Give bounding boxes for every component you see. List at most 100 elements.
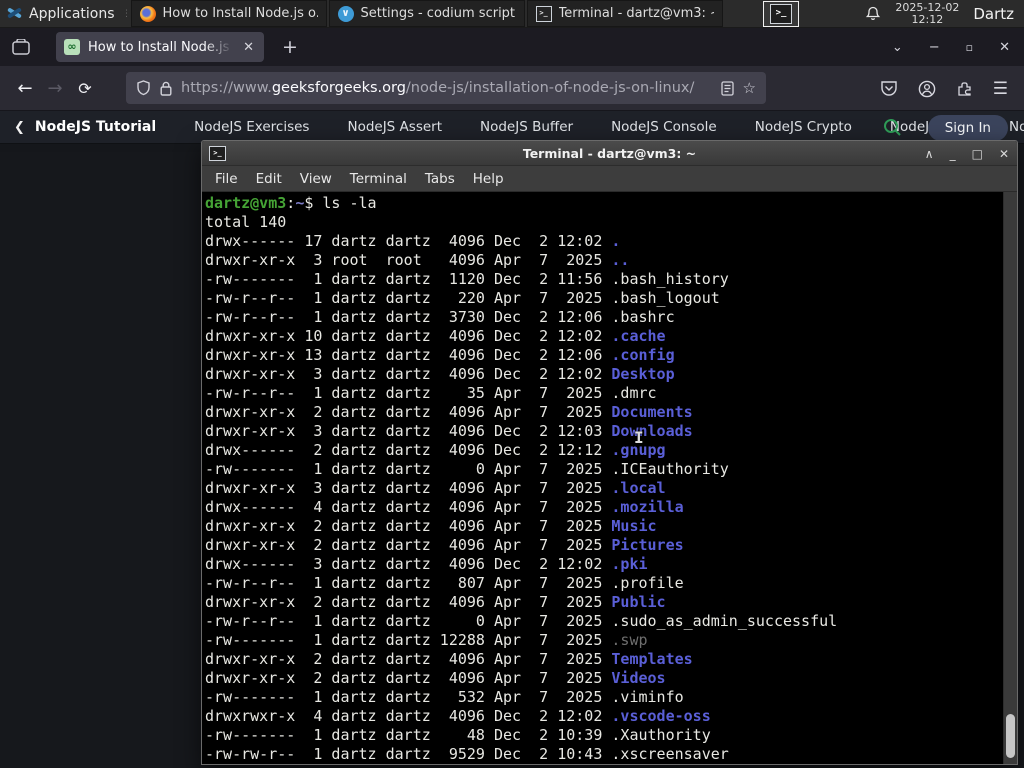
terminal-menu-item[interactable]: Tabs (416, 171, 464, 187)
browser-tab[interactable]: How to Install Node.js on ✕ (56, 32, 264, 62)
firefox-view-icon[interactable] (8, 34, 34, 60)
window-title: Settings - codium script... (360, 6, 516, 21)
listing-meta: drwx------ 2 dartz dartz 4096 Dec 2 12:1… (205, 441, 612, 459)
listing-meta: -rw-r--r-- 1 dartz dartz 0 Apr 7 2025 (205, 612, 612, 630)
listing-filename: .bash_logout (611, 289, 720, 307)
user-menu[interactable]: Dartz (973, 5, 1014, 23)
tab-close-icon[interactable]: ✕ (241, 40, 256, 55)
window-button-list: How to Install Node.js o... Settings - c… (130, 0, 723, 27)
total-line: total 140 (205, 213, 287, 231)
nav-link[interactable]: NodeJS Assert (347, 119, 442, 135)
listing-row: -rw------- 1 dartz dartz 48 Dec 2 10:39 … (205, 726, 1001, 745)
terminal-content[interactable]: dartz@vm3:~$ ls -la total 140 drwx------… (202, 192, 1017, 764)
taskbar-window-button[interactable]: Settings - codium script... (328, 0, 525, 27)
listing-meta: -rw-r--r-- 1 dartz dartz 807 Apr 7 2025 (205, 574, 612, 592)
terminal-minimize-button[interactable]: _ (950, 147, 956, 161)
listing-meta: drwxr-xr-x 2 dartz dartz 4096 Apr 7 2025 (205, 517, 612, 535)
listing-row: -rw------- 1 dartz dartz 532 Apr 7 2025 … (205, 688, 1001, 707)
listing-row: drwxr-xr-x 3 dartz dartz 4096 Dec 2 12:0… (205, 365, 1001, 384)
terminal-window-controls: ∧ _ □ ✕ (925, 141, 1009, 166)
listing-filename: .xscreensaver (611, 745, 729, 763)
terminal-scrollbar[interactable] (1003, 192, 1017, 764)
terminal-maximize-button[interactable]: □ (972, 147, 983, 161)
tabbar-controls: ⌄ − ▫ ✕ (892, 28, 1024, 66)
terminal-scrollbar-thumb[interactable] (1006, 714, 1015, 758)
reader-mode-icon[interactable] (720, 80, 734, 96)
window-title: Terminal - dartz@vm3: ~ (558, 6, 714, 21)
listing-filename: . (611, 232, 621, 250)
clock-date: 2025-12-02 (895, 0, 960, 14)
nav-scroll-left-chevron-icon[interactable]: ❮ (14, 120, 25, 135)
clock-time: 12:12 (911, 12, 944, 26)
listing-filename: .pki (611, 555, 648, 573)
listing-meta: drwxr-xr-x 3 root root 4096 Apr 7 2025 (205, 251, 612, 269)
top-panel: Applications ⋮ How to Install Node.js o.… (0, 0, 1024, 28)
bookmark-star-icon[interactable]: ☆ (743, 79, 756, 97)
ibeam-mouse-cursor (634, 428, 644, 447)
terminal-menu-item[interactable]: Help (464, 171, 513, 187)
terminal-close-button[interactable]: ✕ (999, 147, 1009, 161)
listing-filename: Music (611, 517, 657, 535)
search-icon[interactable] (883, 118, 902, 137)
clock[interactable]: 2025-12-02 12:12 (895, 0, 960, 26)
listing-filename: .vscode-oss (611, 707, 711, 725)
listing-filename: Downloads (611, 422, 693, 440)
nav-link[interactable]: NodeJS Exercises (194, 119, 309, 135)
nav-link[interactable]: NodeJS Crypto (755, 119, 852, 135)
nav-link[interactable]: NodeJS Tutorial (35, 119, 156, 135)
extensions-icon[interactable] (956, 80, 973, 97)
listing-filename: Public (611, 593, 666, 611)
listing-meta: -rw------- 1 dartz dartz 48 Dec 2 10:39 (205, 726, 612, 744)
terminal-menu-item[interactable]: Terminal (341, 171, 416, 187)
window-title: How to Install Node.js o... (162, 6, 318, 21)
pocket-icon[interactable] (880, 80, 898, 97)
reload-button[interactable]: ⟳ (70, 73, 100, 103)
listing-meta: -rw-rw-r-- 1 dartz dartz 9529 Dec 2 10:4… (205, 745, 612, 763)
new-tab-button[interactable]: + (274, 34, 306, 60)
listing-meta: drwx------ 17 dartz dartz 4096 Dec 2 12:… (205, 232, 612, 250)
url-text[interactable]: https://www.geeksforgeeks.org/node-js/in… (181, 80, 712, 96)
window-maximize-button[interactable]: ▫ (966, 41, 973, 54)
taskbar-window-button[interactable]: Terminal - dartz@vm3: ~ (526, 0, 723, 27)
window-icon (139, 5, 156, 22)
applications-label: Applications (29, 5, 115, 22)
nav-link[interactable]: NodeJS Buffer (480, 119, 573, 135)
tray-terminal-icon[interactable] (763, 1, 799, 27)
terminal-titlebar[interactable]: Terminal - dartz@vm3: ~ ∧ _ □ ✕ (202, 141, 1017, 166)
listing-row: -rw-r--r-- 1 dartz dartz 3730 Dec 2 12:0… (205, 308, 1001, 327)
terminal-menu-item[interactable]: File (206, 171, 247, 187)
terminal-menu-item[interactable]: Edit (247, 171, 291, 187)
listing-row: -rw-r--r-- 1 dartz dartz 807 Apr 7 2025 … (205, 574, 1001, 593)
prompt-command: $ ls -la (304, 194, 377, 212)
forward-button[interactable]: → (40, 73, 70, 103)
tab-bar: How to Install Node.js on ✕ + ⌄ − ▫ ✕ (0, 28, 1024, 66)
listing-filename: Templates (611, 650, 693, 668)
menu-hamburger-icon[interactable]: ☰ (993, 79, 1008, 99)
listing-row: drwx------ 3 dartz dartz 4096 Dec 2 12:0… (205, 555, 1001, 574)
taskbar-window-button[interactable]: How to Install Node.js o... (130, 0, 327, 27)
tracking-shield-icon[interactable] (136, 80, 151, 96)
terminal-menu-item[interactable]: View (291, 171, 341, 187)
lock-icon[interactable] (160, 81, 172, 96)
listing-row: -rw-r--r-- 1 dartz dartz 35 Apr 7 2025 .… (205, 384, 1001, 403)
listing-meta: drwxr-xr-x 3 dartz dartz 4096 Apr 7 2025 (205, 479, 612, 497)
account-icon[interactable] (918, 80, 936, 98)
listing-meta: -rw-r--r-- 1 dartz dartz 220 Apr 7 2025 (205, 289, 612, 307)
list-all-tabs-chevron-icon[interactable]: ⌄ (892, 40, 903, 55)
terminal-shade-button[interactable]: ∧ (925, 147, 934, 161)
listing-filename: .mozilla (611, 498, 684, 516)
window-minimize-button[interactable]: − (929, 40, 940, 55)
sign-in-button[interactable]: Sign In (927, 114, 1008, 141)
listing-filename: .Xauthority (611, 726, 711, 744)
back-button[interactable]: ← (10, 73, 40, 103)
nav-link[interactable]: NodeJS Console (611, 119, 717, 135)
window-close-button[interactable]: ✕ (999, 40, 1010, 55)
listing-filename: .dmrc (611, 384, 657, 402)
url-bar[interactable]: https://www.geeksforgeeks.org/node-js/in… (126, 72, 766, 104)
panel-status-area: 2025-12-02 12:12 Dartz (865, 0, 1024, 27)
terminal-prompt-line: dartz@vm3:~$ ls -la (205, 194, 1001, 213)
listing-row: drwxr-xr-x 3 dartz dartz 4096 Dec 2 12:0… (205, 422, 1001, 441)
notifications-bell-icon[interactable] (865, 6, 881, 22)
applications-menu-button[interactable]: Applications (0, 0, 123, 27)
window-icon (337, 5, 354, 22)
